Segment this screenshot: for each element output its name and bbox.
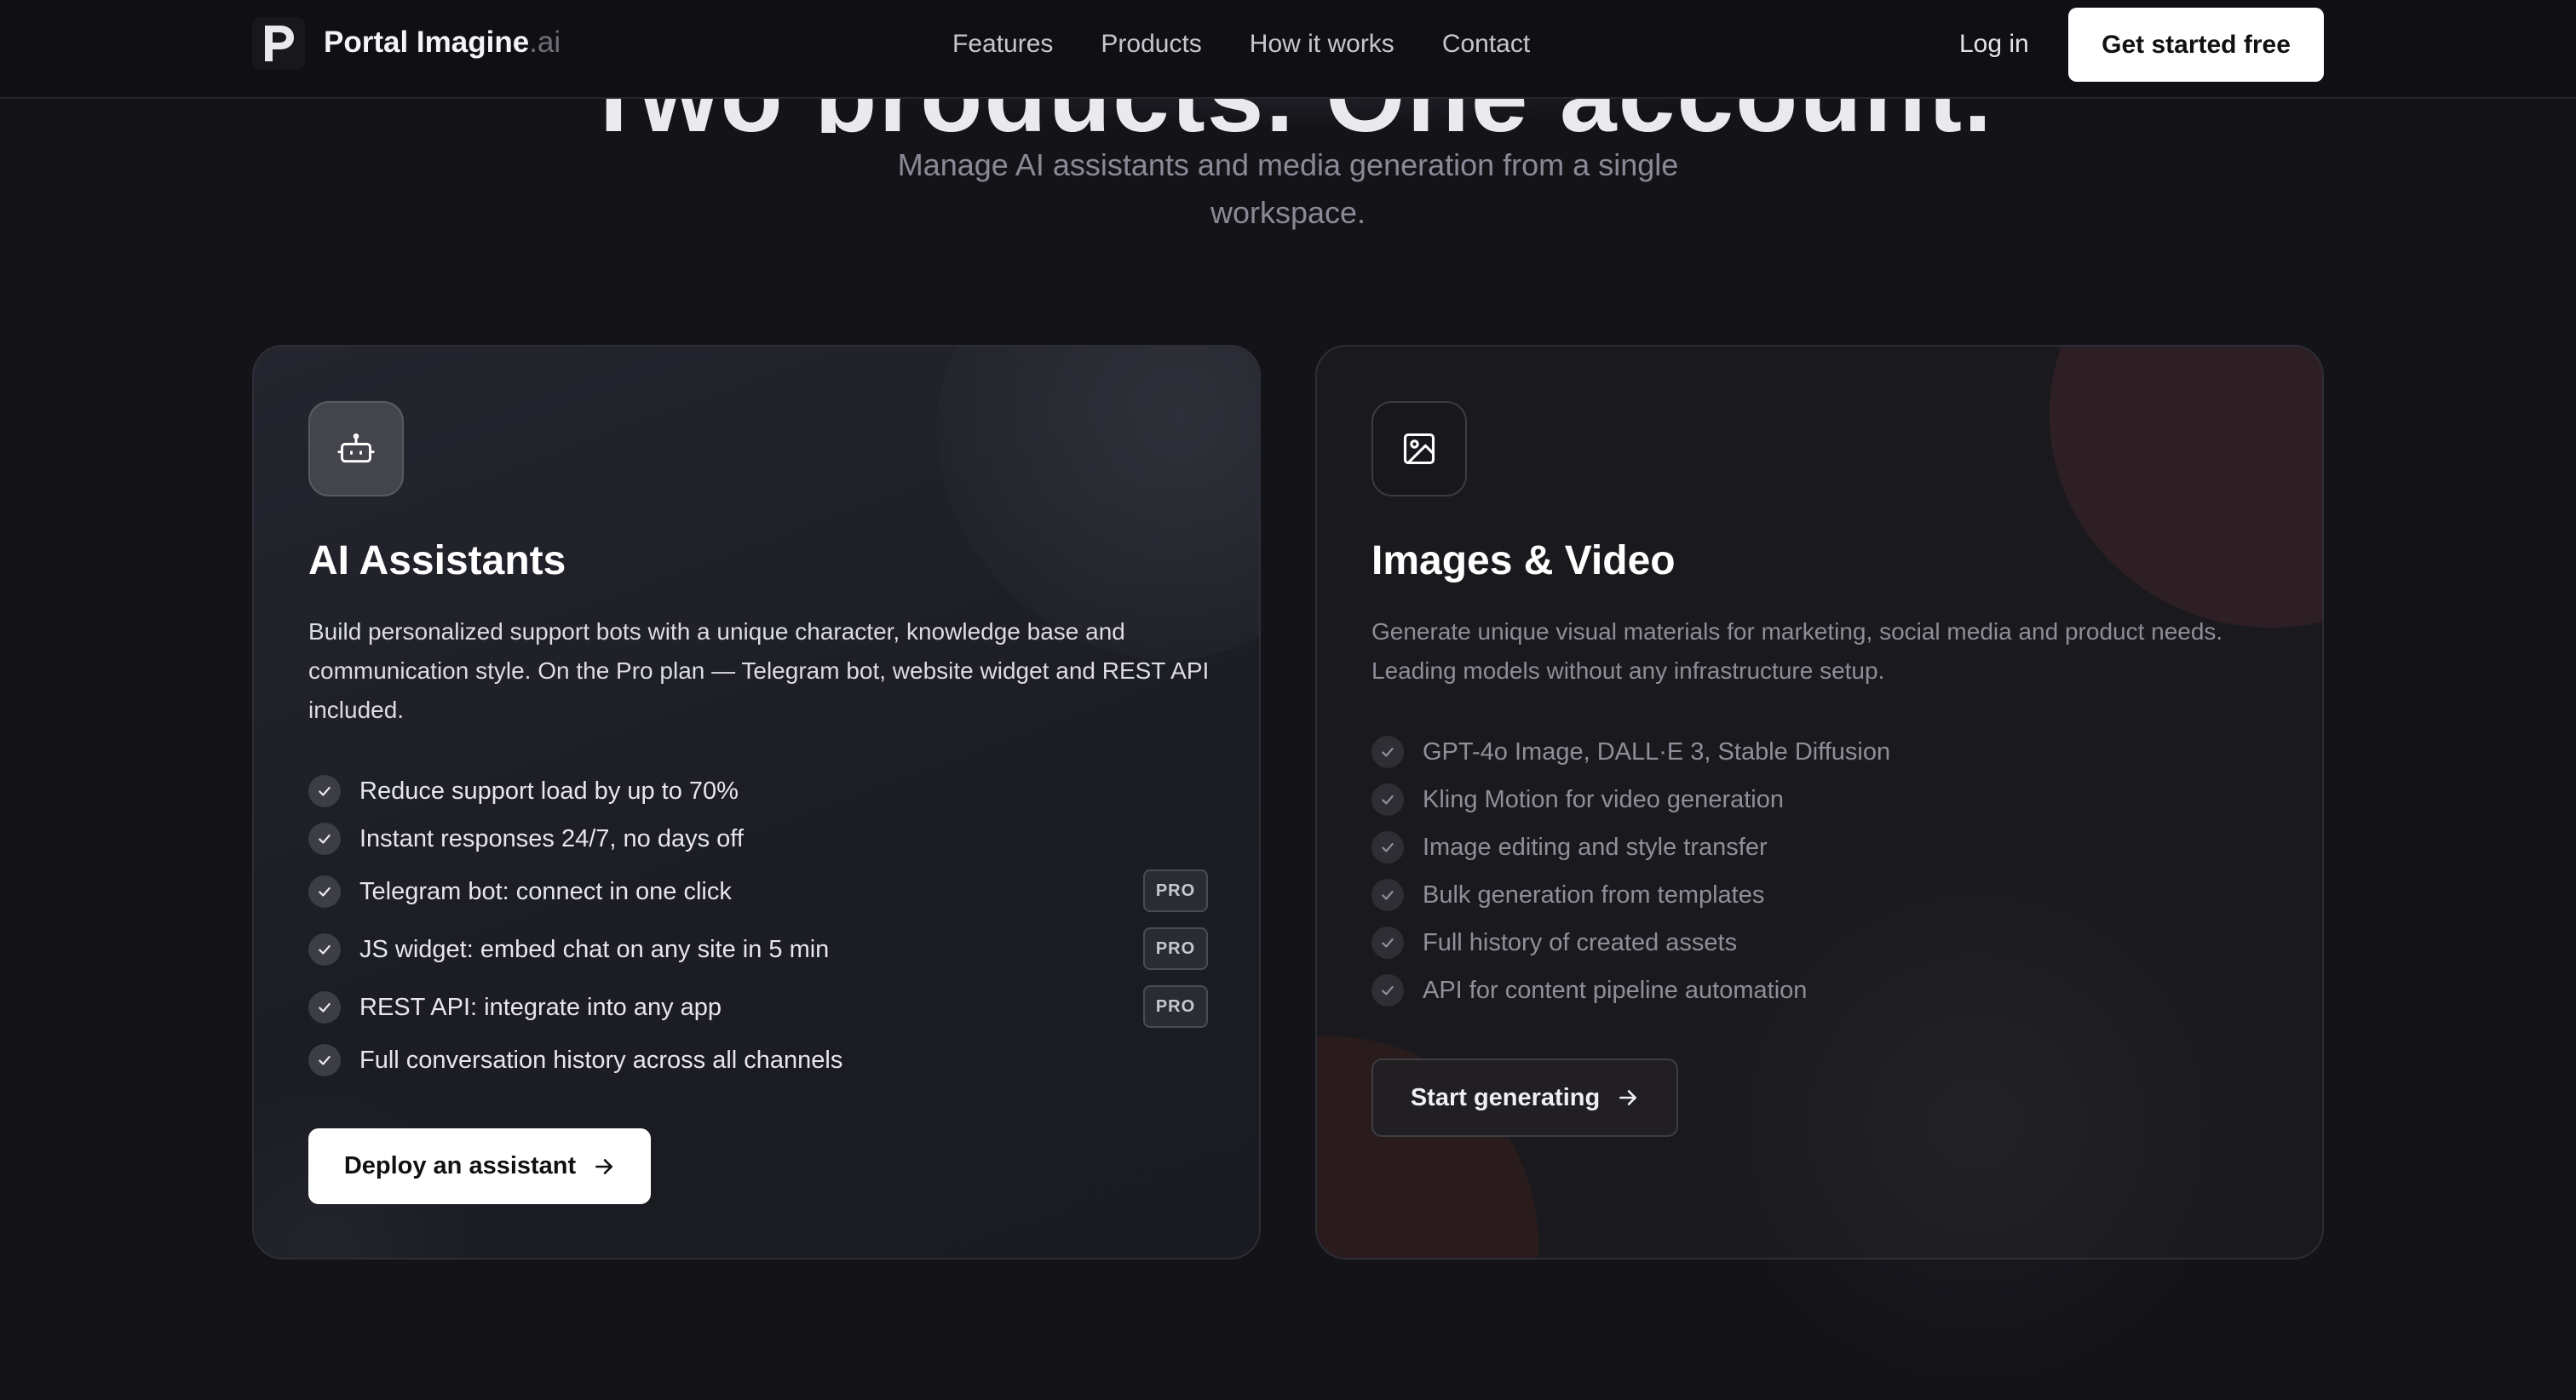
nav-link-products[interactable]: Products: [1101, 30, 1201, 59]
ai-assistants-card: AI Assistants Build personalized support…: [252, 345, 1261, 1259]
check-icon: [1371, 736, 1404, 768]
nav-link-contact[interactable]: Contact: [1442, 30, 1530, 59]
nav-link-features[interactable]: Features: [952, 30, 1053, 59]
hero-subtitle: Manage AI assistants and media generatio…: [897, 147, 1679, 230]
deploy-assistant-button[interactable]: Deploy an assistant: [308, 1128, 651, 1204]
nav-link-how-it-works[interactable]: How it works: [1250, 30, 1394, 59]
card-title: Images & Video: [1371, 538, 1676, 583]
check-icon: [1371, 927, 1404, 959]
ambient-glow: [1704, 852, 2249, 1397]
top-navbar: Portal Imagine.ai Features Products How …: [0, 0, 2576, 99]
feature-item: Kling Motion for video generation: [1371, 776, 2271, 823]
nav-links: Features Products How it works Contact: [952, 30, 1530, 59]
brand-name[interactable]: Portal Imagine.ai: [324, 26, 561, 60]
check-icon: [308, 1044, 341, 1076]
feature-text: JS widget: embed chat on any site in 5 m…: [359, 936, 830, 963]
brand-name-suffix: .ai: [529, 26, 561, 59]
feature-item: Full conversation history across all cha…: [308, 1036, 1208, 1084]
check-icon: [308, 875, 341, 908]
feature-text: Bulk generation from templates: [1423, 881, 1765, 909]
check-icon: [308, 991, 341, 1024]
deploy-assistant-label: Deploy an assistant: [343, 1152, 577, 1179]
hero-title-clip: Two products. One account.: [0, 99, 2576, 133]
login-link[interactable]: Log in: [1959, 30, 2029, 59]
feature-text: Kling Motion for video generation: [1423, 786, 1784, 813]
brand-name-main: Portal Imagine: [324, 26, 530, 59]
pro-badge: PRO: [1143, 985, 1208, 1028]
robot-icon-box: [308, 401, 404, 496]
feature-item: REST API: integrate into any app PRO: [308, 984, 1208, 1031]
pro-badge: PRO: [1143, 927, 1208, 970]
logo-icon[interactable]: [252, 17, 305, 70]
feature-item: Image editing and style transfer: [1371, 823, 2271, 871]
image-icon-box: [1371, 401, 1467, 496]
feature-item: Instant responses 24/7, no days off: [308, 815, 1208, 863]
feature-text: Instant responses 24/7, no days off: [359, 825, 744, 852]
feature-text: Telegram bot: connect in one click: [359, 878, 732, 905]
check-icon: [308, 933, 341, 966]
start-generating-label: Start generating: [1410, 1083, 1601, 1111]
start-generating-button[interactable]: Start generating: [1371, 1059, 1678, 1137]
card-description: Build personalized support bots with a u…: [308, 618, 1210, 723]
arrow-right-icon: [595, 1158, 613, 1174]
check-icon: [1371, 783, 1404, 816]
arrow-right-icon: [1619, 1090, 1637, 1105]
feature-text: GPT-4o Image, DALL·E 3, Stable Diffusion: [1423, 738, 1891, 766]
feature-text: Reduce support load by up to 70%: [359, 777, 739, 805]
card-description: Generate unique visual materials for mar…: [1371, 618, 2223, 684]
card-decor-blob: [2050, 347, 2322, 628]
feature-item: Telegram bot: connect in one click PRO: [308, 868, 1208, 915]
feature-text: Image editing and style transfer: [1423, 834, 1768, 861]
card-title: AI Assistants: [308, 538, 566, 583]
feature-text: Full conversation history across all cha…: [359, 1047, 843, 1074]
get-started-button[interactable]: Get started free: [2068, 8, 2324, 82]
hero-title: Two products. One account.: [0, 99, 2576, 133]
feature-item: JS widget: embed chat on any site in 5 m…: [308, 926, 1208, 973]
feature-text: REST API: integrate into any app: [359, 994, 722, 1021]
check-icon: [1371, 974, 1404, 1007]
feature-text: Full history of created assets: [1423, 929, 1738, 956]
check-icon: [308, 823, 341, 855]
feature-item: Reduce support load by up to 70%: [308, 767, 1208, 815]
pro-badge: PRO: [1143, 869, 1208, 912]
check-icon: [308, 775, 341, 807]
feature-item: GPT-4o Image, DALL·E 3, Stable Diffusion: [1371, 728, 2271, 776]
robot-icon: [337, 433, 375, 463]
check-icon: [1371, 879, 1404, 911]
check-icon: [1371, 831, 1404, 864]
image-icon: [1403, 433, 1435, 465]
